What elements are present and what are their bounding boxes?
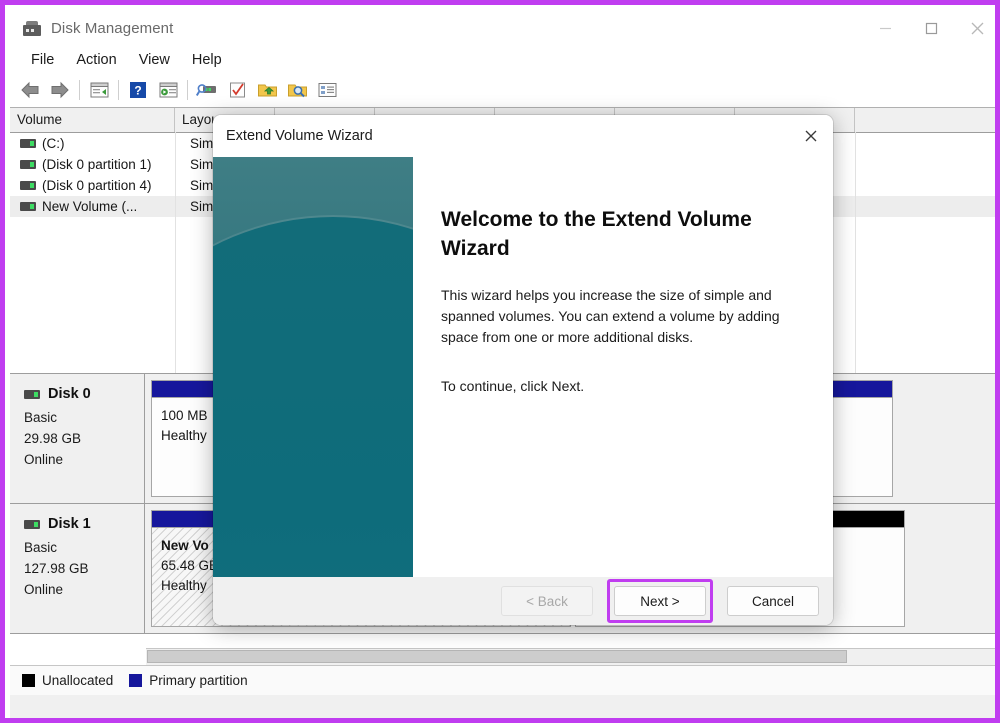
disk-name: Disk 0 (48, 386, 91, 402)
volume-icon (20, 202, 36, 211)
rescan-disks-icon[interactable] (192, 76, 222, 104)
extend-volume-wizard-dialog: Extend Volume Wizard Welcome to the Exte… (213, 115, 833, 625)
column-header-volume[interactable]: Volume (10, 108, 175, 132)
partition-status: Healthy (161, 428, 207, 443)
disk-info-0: Disk 0 Basic 29.98 GB Online (10, 374, 145, 503)
disk-status: Online (24, 452, 64, 467)
volume-icon (20, 139, 36, 148)
menu-item-view[interactable]: View (128, 50, 181, 70)
title-bar: Disk Management (10, 10, 995, 46)
disk-capacity: 29.98 GB (24, 431, 82, 446)
cell-volume: (Disk 0 partition 1) (42, 157, 152, 172)
disk-capacity: 127.98 GB (24, 561, 89, 576)
new-volume-icon[interactable] (252, 76, 282, 104)
column-divider (855, 132, 856, 373)
wizard-content: Welcome to the Extend Volume Wizard This… (413, 157, 833, 577)
menu-item-action[interactable]: Action (65, 50, 127, 70)
legend: Unallocated Primary partition (10, 665, 995, 695)
disk-drive-icon (23, 20, 41, 36)
scrollbar-thumb[interactable] (147, 650, 847, 663)
wizard-banner-image (213, 157, 413, 577)
cell-volume: (C:) (42, 136, 65, 151)
maximize-button[interactable] (908, 10, 954, 46)
back-arrow-icon[interactable] (15, 76, 45, 104)
toolbar-separator (187, 80, 188, 100)
disk-title-0: Disk 0 (24, 386, 144, 402)
disk-type: Basic (24, 540, 58, 555)
window-title: Disk Management (51, 19, 174, 37)
legend-label: Primary partition (149, 673, 248, 688)
menu-item-file[interactable]: File (20, 50, 65, 70)
disk-type: Basic (24, 410, 58, 425)
legend-swatch-unallocated (22, 674, 35, 687)
volume-icon (20, 160, 36, 169)
status-bar (10, 695, 995, 718)
volume-icon (20, 181, 36, 190)
disk-management-window: Disk Management File Action View Help ? … (0, 0, 1000, 723)
properties-icon[interactable] (222, 76, 252, 104)
forward-arrow-icon[interactable] (45, 76, 75, 104)
menu-item-help[interactable]: Help (181, 50, 233, 70)
wizard-title-bar: Extend Volume Wizard (213, 115, 833, 157)
minimize-button[interactable] (862, 10, 908, 46)
toolbar-separator (118, 80, 119, 100)
disk-name: Disk 1 (48, 516, 91, 532)
help-icon[interactable]: ? (123, 76, 153, 104)
wizard-description: This wizard helps you increase the size … (441, 287, 780, 345)
disk-status: Online (24, 582, 64, 597)
show-hide-console-tree-icon[interactable] (153, 76, 183, 104)
svg-text:?: ? (134, 84, 141, 98)
wizard-title: Extend Volume Wizard (226, 128, 373, 144)
wizard-body: Welcome to the Extend Volume Wizard This… (213, 157, 833, 577)
wizard-heading: Welcome to the Extend Volume Wizard (441, 208, 752, 260)
legend-item-primary-partition: Primary partition (129, 673, 248, 688)
toolbar-separator (79, 80, 80, 100)
up-one-level-icon[interactable] (84, 76, 114, 104)
partition-size: 100 MB (161, 408, 208, 423)
wizard-footer: < Back Next > Cancel (213, 577, 833, 625)
back-button[interactable]: < Back (501, 586, 593, 616)
disk-info-1: Disk 1 Basic 127.98 GB Online (10, 504, 145, 633)
toolbar: ? (10, 74, 995, 106)
menu-bar: File Action View Help (10, 46, 995, 74)
cell-volume: (Disk 0 partition 4) (42, 178, 152, 193)
next-button-highlight: Next > (607, 579, 713, 623)
horizontal-scrollbar[interactable] (146, 648, 995, 665)
search-folder-icon[interactable] (282, 76, 312, 104)
disk-icon (24, 519, 40, 529)
next-button[interactable]: Next > (614, 586, 706, 616)
column-divider (175, 132, 176, 373)
column-header-8[interactable] (855, 108, 995, 132)
close-button[interactable] (954, 10, 995, 46)
disk-icon (24, 389, 40, 399)
cancel-button[interactable]: Cancel (727, 586, 819, 616)
wizard-close-button[interactable] (789, 115, 833, 157)
list-view-icon[interactable] (312, 76, 342, 104)
cell-volume: New Volume (... (42, 199, 138, 214)
disk-title-1: Disk 1 (24, 516, 144, 532)
legend-label: Unallocated (42, 673, 114, 688)
wizard-continue-hint: To continue, click Next. (441, 378, 585, 394)
legend-swatch-primary (129, 674, 143, 687)
legend-item-unallocated: Unallocated (22, 673, 113, 688)
